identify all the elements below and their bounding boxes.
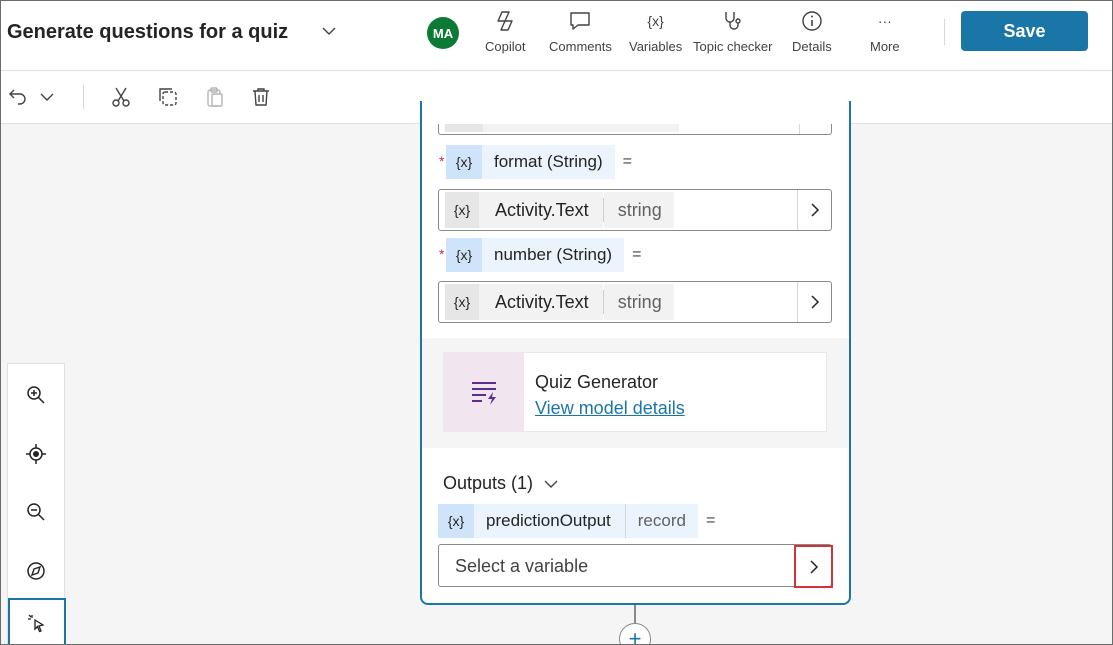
zoom-controls xyxy=(7,363,66,644)
outputs-header[interactable]: Outputs (1) xyxy=(443,473,561,494)
required-marker: * xyxy=(439,246,445,262)
copy-icon[interactable] xyxy=(155,84,181,110)
input-value-number[interactable]: {x} Activity.Text string xyxy=(438,281,832,323)
undo-icon[interactable] xyxy=(5,84,31,110)
recenter-icon[interactable] xyxy=(22,440,50,468)
variable-icon: {x} xyxy=(446,145,482,179)
select-placeholder: Select a variable xyxy=(455,556,589,576)
chevron-down-icon[interactable] xyxy=(541,474,561,494)
chevron-right-icon[interactable] xyxy=(794,545,833,588)
copilot-icon xyxy=(493,9,517,33)
details-button[interactable]: Details xyxy=(792,9,832,59)
model-name: Quiz Generator xyxy=(535,372,659,392)
zoom-out-icon[interactable] xyxy=(22,498,50,526)
input-parameter-format: {x} format (String) = xyxy=(446,145,632,179)
comments-button[interactable]: Comments xyxy=(549,9,612,59)
select-variable-field[interactable]: Select a variable xyxy=(438,544,833,588)
more-button[interactable]: ··· More xyxy=(870,9,900,59)
chevron-down-icon[interactable] xyxy=(319,21,339,41)
more-icon: ··· xyxy=(877,13,892,29)
chevron-right-icon[interactable] xyxy=(797,190,831,230)
input-parameter-number: {x} number (String) = xyxy=(446,238,641,272)
input-name: number (String) xyxy=(482,238,625,272)
copilot-button[interactable]: Copilot xyxy=(485,9,525,59)
value-text: Activity.Text xyxy=(479,284,603,320)
topic-checker-button[interactable]: Topic checker xyxy=(693,9,772,59)
select-mode-icon[interactable] xyxy=(8,598,66,644)
value-text: Activity.Text xyxy=(479,192,603,228)
required-marker: * xyxy=(439,153,445,169)
chevron-right-icon[interactable] xyxy=(797,282,831,322)
variables-button[interactable]: {x} Variables xyxy=(629,9,682,59)
delete-icon[interactable] xyxy=(248,84,274,110)
header-divider xyxy=(944,19,945,45)
model-card: Quiz Generator View model details xyxy=(443,352,827,432)
info-icon xyxy=(800,9,824,33)
cut-icon[interactable] xyxy=(108,84,134,110)
prompt-model-icon xyxy=(444,353,524,431)
undo-dropdown-chevron-icon[interactable] xyxy=(34,84,60,110)
toolbar-divider xyxy=(83,85,84,109)
paste-icon xyxy=(202,84,228,110)
comment-icon xyxy=(568,9,592,33)
output-variable: {x} predictionOutput record = xyxy=(438,504,715,538)
variable-icon: {x} xyxy=(445,284,479,320)
variable-icon: {x} xyxy=(445,192,479,228)
stethoscope-icon xyxy=(721,9,745,33)
input-name: format (String) xyxy=(482,145,615,179)
app-window: Generate questions for a quiz MA Copilot… xyxy=(0,0,1113,645)
page-title: Generate questions for a quiz xyxy=(7,21,289,43)
value-type: string xyxy=(603,284,674,320)
variable-icon: {x} xyxy=(446,238,482,272)
view-model-details-link[interactable]: View model details xyxy=(535,398,685,419)
minimap-icon[interactable] xyxy=(22,557,50,585)
save-button[interactable]: Save xyxy=(961,11,1088,51)
variable-icon: {x} xyxy=(438,504,474,538)
header-bar: Generate questions for a quiz MA Copilot… xyxy=(1,1,1112,71)
output-name: predictionOutput xyxy=(474,504,625,538)
input-value-format[interactable]: {x} Activity.Text string xyxy=(438,189,832,231)
avatar[interactable]: MA xyxy=(427,17,459,49)
zoom-in-icon[interactable] xyxy=(22,381,50,409)
output-type: record xyxy=(624,504,698,538)
variable-icon: {x} xyxy=(647,13,664,29)
value-type: string xyxy=(603,192,674,228)
input-value-box-clipped xyxy=(438,124,832,135)
